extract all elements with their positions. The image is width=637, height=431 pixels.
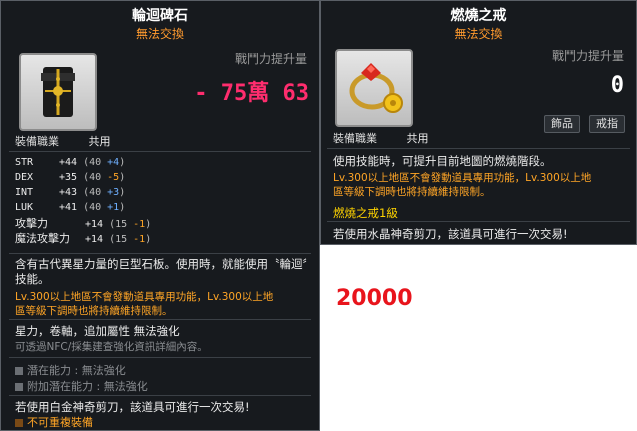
trade-status: 無法交換 [135,27,184,41]
burning-ring-icon [349,63,403,113]
combat-gain-label: 戰鬥力提升量 [551,49,624,63]
stat-modifier: +1 [107,202,120,213]
stat-modifier: -1 [133,219,146,230]
stat-modifier: -5 [107,172,120,183]
enhance-status: 星力，卷軸，追加屬性 無法強化 [15,324,180,338]
item-title: 輪迴碑石 [132,8,188,24]
job-label: 裝備職業 [333,132,377,145]
stat-row: DEX +35 (40 -5) [15,170,125,183]
category-tag-accessory: 飾品 [544,115,580,133]
job-row: 裝備職業 共用 [15,133,111,149]
no-duplicate-row: 不可重複裝備 [15,414,93,430]
divider [327,148,630,149]
item-description: 使用技能時，可提升目前地圖的燃燒階段。 [333,154,552,168]
stat-modifier: +4 [107,157,120,168]
job-value: 共用 [406,132,429,145]
stat-paren-close: ) [145,234,152,245]
stat-name: 攻擊力 [15,217,48,230]
level-warning-1: Lv.300以上地區不會發動道具專用功能，Lv.300以上地 [15,291,274,303]
stat-name: 魔法攻擊力 [15,232,70,245]
additional-potential-grade-icon [15,383,23,391]
category-tag-ring: 戒指 [589,115,625,133]
stat-total: +35 [59,172,78,183]
trade-status: 無法交換 [454,27,503,41]
stat-paren-close: ) [145,219,152,230]
item-tooltip-stone: 輪迴碑石 無法交換 戰鬥力提升量 - 75萬 63 裝備職業 共用 STR +44… [0,0,320,431]
stat-row: 魔法攻擊力 +14 (15 -1) [15,230,151,246]
no-duplicate-text: 不可重複裝備 [27,416,93,429]
divider [9,395,311,396]
stat-paren-close: ) [119,202,126,213]
additional-potential-text: 附加潛在能力 : 無法強化 [27,380,148,393]
level-warning-1: Lv.300以上地區不會發動道具專用功能，Lv.300以上地 [333,172,592,184]
stat-name: INT [15,187,34,198]
divider [9,253,311,254]
stat-total: +41 [59,202,78,213]
stat-row: INT +43 (40 +3) [15,185,125,198]
stat-base: (40 [83,202,108,213]
stat-base: (40 [83,157,108,168]
stat-row: 攻擊力 +14 (15 -1) [15,215,151,231]
stat-paren-close: ) [119,187,126,198]
stat-modifier: -1 [133,234,146,245]
price-value: 20000 [336,286,413,311]
stat-name: STR [15,157,34,168]
stat-name: LUK [15,202,34,213]
item-icon-slot[interactable] [19,53,97,131]
divider [9,357,311,358]
potential-grade-icon [15,367,23,375]
item-icon-slot[interactable] [335,49,413,127]
stat-paren-close: ) [119,157,126,168]
stat-base: (15 [109,219,134,230]
stat-total: +14 [85,219,104,230]
item-title: 燃燒之戒 [450,8,507,24]
stat-total: +43 [59,187,78,198]
job-label: 裝備職業 [15,135,59,148]
level-warning-2: 區等級下調時也將持續維持限制。 [333,186,491,198]
stat-base: (40 [83,172,108,183]
ring-level: 燃燒之戒1級 [333,206,398,220]
divider [9,319,311,320]
stat-total: +14 [85,234,104,245]
stone-tablet-icon [41,67,75,117]
combat-gain-label: 戰鬥力提升量 [234,52,307,66]
potential-row: 潛在能力 : 無法強化 [15,362,126,378]
additional-potential-row: 附加潛在能力 : 無法強化 [15,378,148,394]
combat-gain-value: - 75萬 63 [194,81,309,106]
job-value: 共用 [88,135,111,148]
stat-modifier: +3 [107,187,120,198]
scissors-info: 若使用白金神奇剪刀，該道具可進行一次交易! [15,400,250,414]
stat-total: +44 [59,157,78,168]
stat-base: (40 [83,187,108,198]
combat-gain-value: 0 [610,73,624,98]
stat-row: LUK +41 (40 +1) [15,200,125,213]
potential-text: 潛在能力 : 無法強化 [27,364,126,377]
job-row: 裝備職業 共用 [333,130,429,146]
nfc-info: 可透過NFC/採集建查強化資訊詳細內容。 [15,341,208,353]
divider [9,151,311,152]
divider [327,221,630,222]
level-warning-2: 區等級下調時也將持續維持限制。 [15,305,173,317]
warning-bullet-icon [15,419,23,427]
item-description: 含有古代異星力量的巨型石板。使用時，就能使用〝輪迴〞技能。 [15,257,309,286]
scissors-info: 若使用水晶神奇剪刀，該道具可進行一次交易! [333,227,568,241]
item-tooltip-ring: 燃燒之戒 無法交換 戰鬥力提升量 0 飾品 戒指 裝備職業 共用 使用技能時，可… [320,0,637,245]
stat-name: DEX [15,172,34,183]
stat-paren-close: ) [119,172,126,183]
stat-base: (15 [109,234,134,245]
stat-row: STR +44 (40 +4) [15,155,125,168]
